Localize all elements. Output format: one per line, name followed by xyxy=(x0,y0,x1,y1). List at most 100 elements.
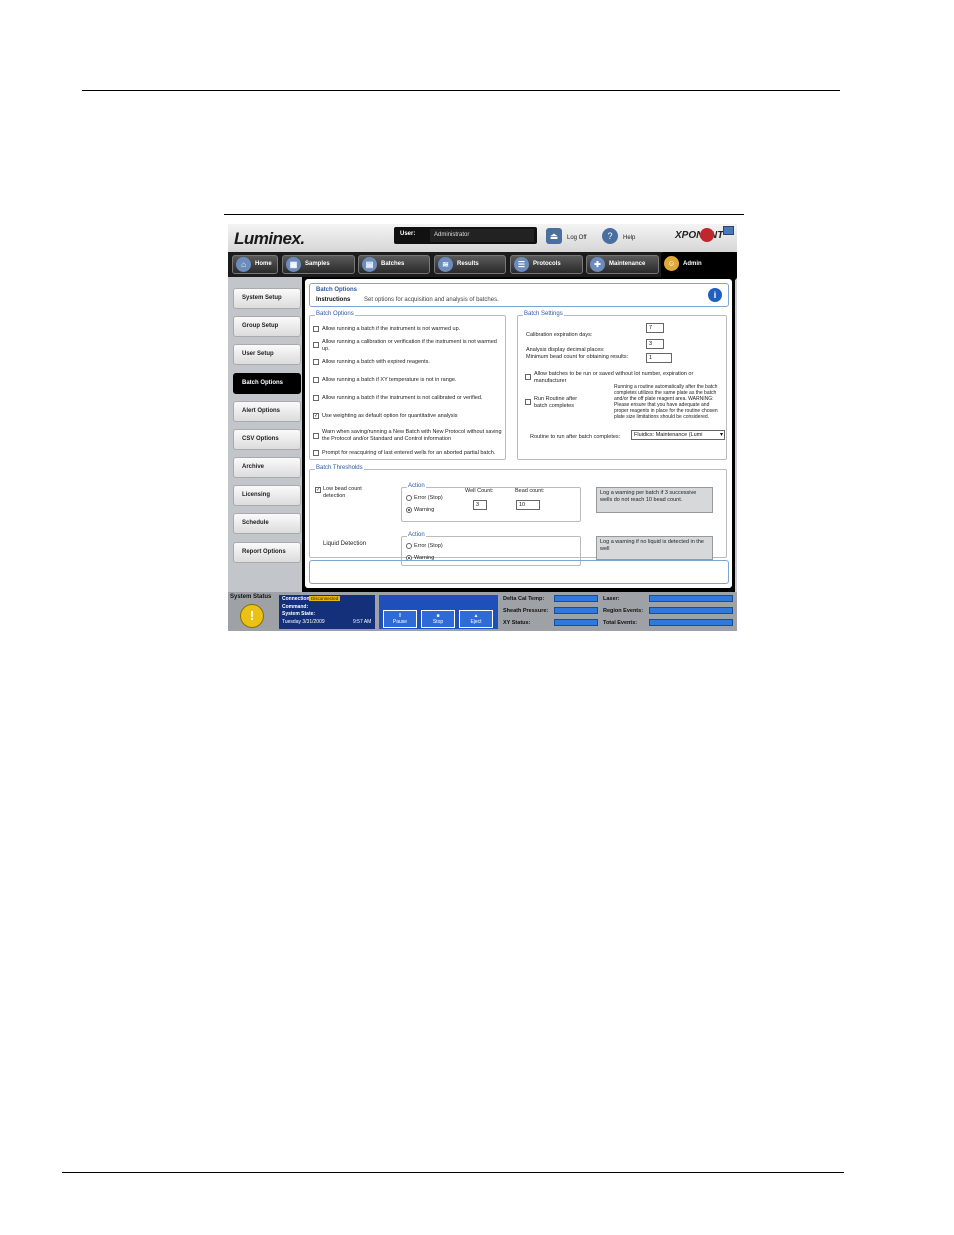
delta-cal-bar xyxy=(554,595,598,602)
figure-top-rule xyxy=(224,214,744,215)
low-bead-warning-radio[interactable] xyxy=(406,507,412,513)
run-routine-checkbox[interactable] xyxy=(525,399,531,405)
bead-count-input[interactable]: 10 xyxy=(516,500,540,510)
low-bead-checkbox[interactable]: ✓ xyxy=(315,487,321,493)
liquid-detection-label: Liquid Detection xyxy=(323,541,367,547)
allow-unlot-checkbox[interactable] xyxy=(525,374,531,380)
stop-button[interactable]: ■ Stop xyxy=(421,610,455,628)
sidebar-item-alert-options[interactable]: Alert Options xyxy=(233,401,301,422)
liquid-error-radio[interactable] xyxy=(406,543,412,549)
allow-unlot-label: Allow batches to be run or saved without… xyxy=(534,371,694,384)
low-bead-note: Log a warning per batch if 3 successive … xyxy=(596,487,713,513)
sidebar: System Setup Group Setup User Setup Batc… xyxy=(228,277,302,592)
page-title: Batch Options xyxy=(316,287,358,293)
info-icon[interactable]: i xyxy=(708,288,722,302)
tab-maintenance[interactable]: ✚ Maintenance xyxy=(586,255,659,274)
tab-batches[interactable]: ▤ Batches xyxy=(358,255,430,274)
low-bead-error-radio[interactable] xyxy=(406,495,412,501)
well-count-label: Well Count: xyxy=(465,488,494,494)
title-bar: Luminex. User: Administrator ⏏ Log Off ?… xyxy=(228,224,737,252)
sidebar-item-group-setup[interactable]: Group Setup xyxy=(233,316,301,337)
bead-count-label: Bead count: xyxy=(515,488,545,494)
page-header: Batch Options Instructions Set options f… xyxy=(309,283,729,307)
decimal-input[interactable]: 3 xyxy=(646,339,664,349)
minimize-icon[interactable] xyxy=(723,226,734,235)
user-box: User: Administrator xyxy=(394,227,537,244)
opt-notcalibrated-checkbox[interactable] xyxy=(313,395,319,401)
opt-warn-save-label: Warn when saving/running a New Batch wit… xyxy=(322,429,502,442)
control-panel: ‖ Pause ■ Stop ▲ Eject xyxy=(379,595,498,629)
sidebar-item-user-setup[interactable]: User Setup xyxy=(233,344,301,365)
sidebar-item-csv-options[interactable]: CSV Options xyxy=(233,429,301,450)
routine-select[interactable]: Fluidics: Maintenance (Lumi ▾ xyxy=(631,430,725,440)
min-bead-input[interactable]: 1 xyxy=(646,353,672,363)
chevron-down-icon: ▾ xyxy=(719,432,723,438)
opt-expired-checkbox[interactable] xyxy=(313,359,319,365)
instructions-label: Instructions xyxy=(316,297,351,303)
cal-exp-input[interactable]: 7 xyxy=(646,323,664,333)
tab-samples[interactable]: ▦ Samples xyxy=(282,255,355,274)
batch-options-group-label: Batch Options xyxy=(315,311,355,317)
footer-rule xyxy=(62,1172,844,1173)
opt-calibration-checkbox[interactable] xyxy=(313,342,319,348)
liquid-error-label: Error (Stop) xyxy=(414,543,443,549)
system-state-label: System State: xyxy=(282,611,316,617)
logoff-icon[interactable]: ⏏ xyxy=(546,228,562,244)
connection-panel: Connection: Disconnected Command: System… xyxy=(279,595,375,629)
opt-warmup-checkbox[interactable] xyxy=(313,326,319,332)
status-bar: System Status ! Connection: Disconnected… xyxy=(228,592,737,631)
tab-protocols[interactable]: ☰ Protocols xyxy=(510,255,583,274)
well-count-input[interactable]: 3 xyxy=(473,500,487,510)
sidebar-item-schedule[interactable]: Schedule xyxy=(233,513,301,534)
tab-results[interactable]: ≋ Results xyxy=(434,255,506,274)
warning-icon[interactable]: ! xyxy=(240,604,264,628)
logoff-label[interactable]: Log Off xyxy=(567,235,587,241)
instructions-text: Set options for acquisition and analysis… xyxy=(364,297,499,303)
region-events-bar xyxy=(649,607,733,614)
opt-warn-save-checkbox[interactable] xyxy=(313,433,319,439)
sidebar-item-archive[interactable]: Archive xyxy=(233,457,301,478)
sidebar-item-licensing[interactable]: Licensing xyxy=(233,485,301,506)
batch-thresholds-group-label: Batch Thresholds xyxy=(315,465,364,471)
help-label[interactable]: Help xyxy=(623,235,635,241)
batch-options-group: Batch Options Allow running a batch if t… xyxy=(309,311,506,460)
opt-warmup-label: Allow running a batch if the instrument … xyxy=(322,326,461,332)
opt-xytemp-checkbox[interactable] xyxy=(313,377,319,383)
batch-settings-group-label: Batch Settings xyxy=(523,311,564,317)
xy-status-label: XY Status: xyxy=(503,620,531,626)
opt-reacquire-label: Prompt for reacquiring of last entered w… xyxy=(322,450,496,456)
total-events-bar xyxy=(649,619,733,626)
run-routine-label: Run Routine after batch completes xyxy=(534,396,578,409)
liquid-action-label: Action xyxy=(407,532,426,538)
sidebar-item-report-options[interactable]: Report Options xyxy=(233,542,301,563)
laser-bar xyxy=(649,595,733,602)
run-routine-warning: Running a routine automatically after th… xyxy=(614,384,718,420)
pause-button[interactable]: ‖ Pause xyxy=(383,610,417,628)
opt-calibration-label: Allow running a calibration or verificat… xyxy=(322,339,497,352)
opt-expired-label: Allow running a batch with expired reage… xyxy=(322,359,430,365)
message-area xyxy=(309,560,729,584)
opt-weighting-checkbox[interactable]: ✓ xyxy=(313,413,319,419)
batch-settings-group: Batch Settings Calibration expiration da… xyxy=(517,311,727,460)
low-bead-error-label: Error (Stop) xyxy=(414,495,443,501)
batches-icon: ▤ xyxy=(362,257,377,272)
delta-cal-label: Delta Cal Temp: xyxy=(503,596,545,602)
tab-home[interactable]: ⌂ Home xyxy=(232,255,278,274)
sidebar-item-batch-options[interactable]: Batch Options xyxy=(233,373,301,394)
sheath-bar xyxy=(554,607,598,614)
sidebar-item-system-setup[interactable]: System Setup xyxy=(233,288,301,309)
help-icon[interactable]: ? xyxy=(602,228,618,244)
total-events-label: Total Events: xyxy=(603,620,638,626)
opt-weighting-label: Use weighting as default option for quan… xyxy=(322,413,458,419)
xy-status-bar xyxy=(554,619,598,626)
tab-admin[interactable]: ☺ Admin xyxy=(661,252,737,280)
batch-thresholds-group: Batch Thresholds ✓ Low bead count detect… xyxy=(309,465,727,566)
eject-button[interactable]: ▲ Eject xyxy=(459,610,493,628)
low-bead-label: Low bead count detection xyxy=(323,486,362,499)
opt-reacquire-checkbox[interactable] xyxy=(313,450,319,456)
samples-icon: ▦ xyxy=(286,257,301,272)
batch-options-panel: Batch Options Instructions Set options f… xyxy=(305,279,732,588)
sheath-label: Sheath Pressure: xyxy=(503,608,549,614)
laser-label: Laser: xyxy=(603,596,620,602)
main-tabs: ⌂ Home ▦ Samples ▤ Batches ≋ Results ☰ Protoc… xyxy=(228,252,737,280)
